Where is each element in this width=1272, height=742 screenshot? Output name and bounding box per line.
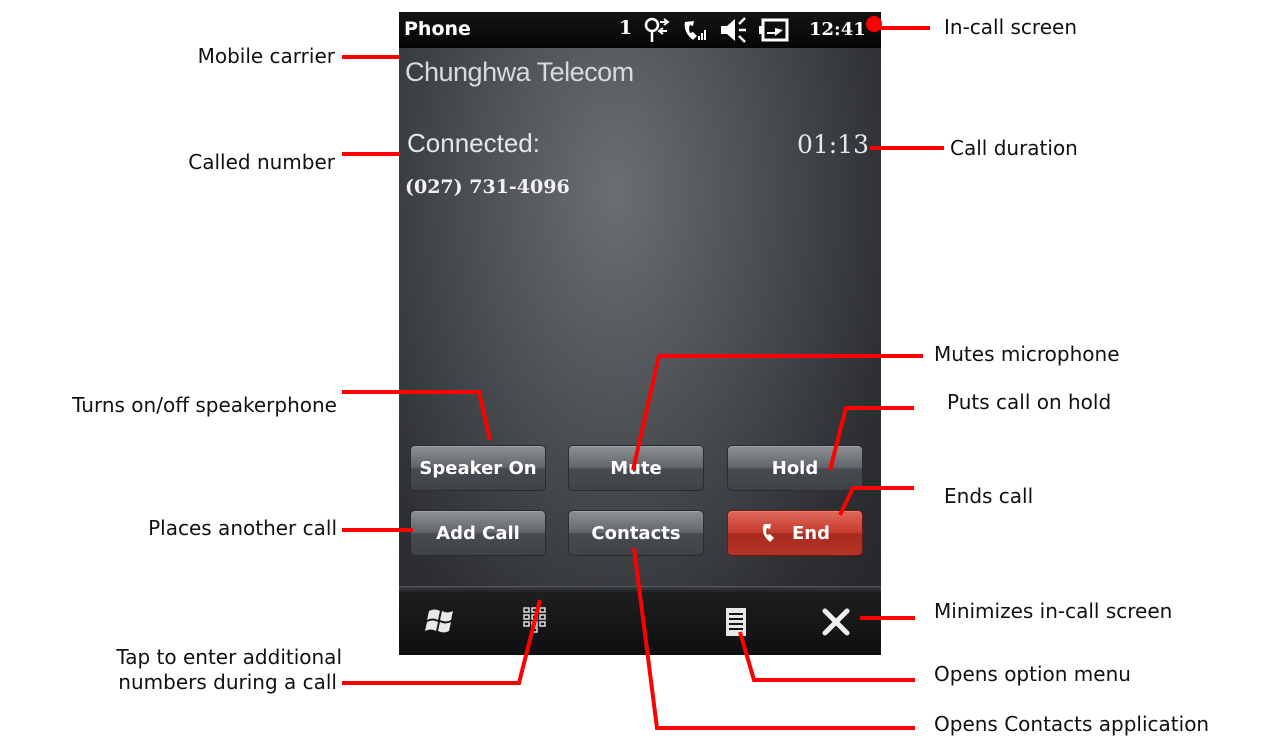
annotation-called-number: Called number [188, 150, 335, 174]
annotation-mutes-microphone: Mutes microphone [934, 342, 1120, 366]
annotation-additional-numbers-line2: numbers during a call [118, 670, 337, 694]
annotation-minimizes: Minimizes in-call screen [934, 599, 1173, 623]
annotation-lines [342, 16, 944, 730]
annotation-speakerphone: Turns on/off speakerphone [72, 393, 337, 417]
annotation-in-call-screen: In-call screen [944, 15, 1077, 39]
annotation-hold: Puts call on hold [947, 390, 1112, 414]
annotation-call-duration: Call duration [950, 136, 1078, 160]
annotation-contacts-app: Opens Contacts application [934, 712, 1210, 736]
annotation-mobile-carrier: Mobile carrier [197, 44, 335, 68]
annotation-another-call: Places another call [148, 516, 337, 540]
annotation-additional-numbers-line1: Tap to enter additional [116, 645, 342, 669]
annotation-option-menu: Opens option menu [934, 662, 1131, 686]
annotation-ends-call: Ends call [944, 484, 1034, 508]
